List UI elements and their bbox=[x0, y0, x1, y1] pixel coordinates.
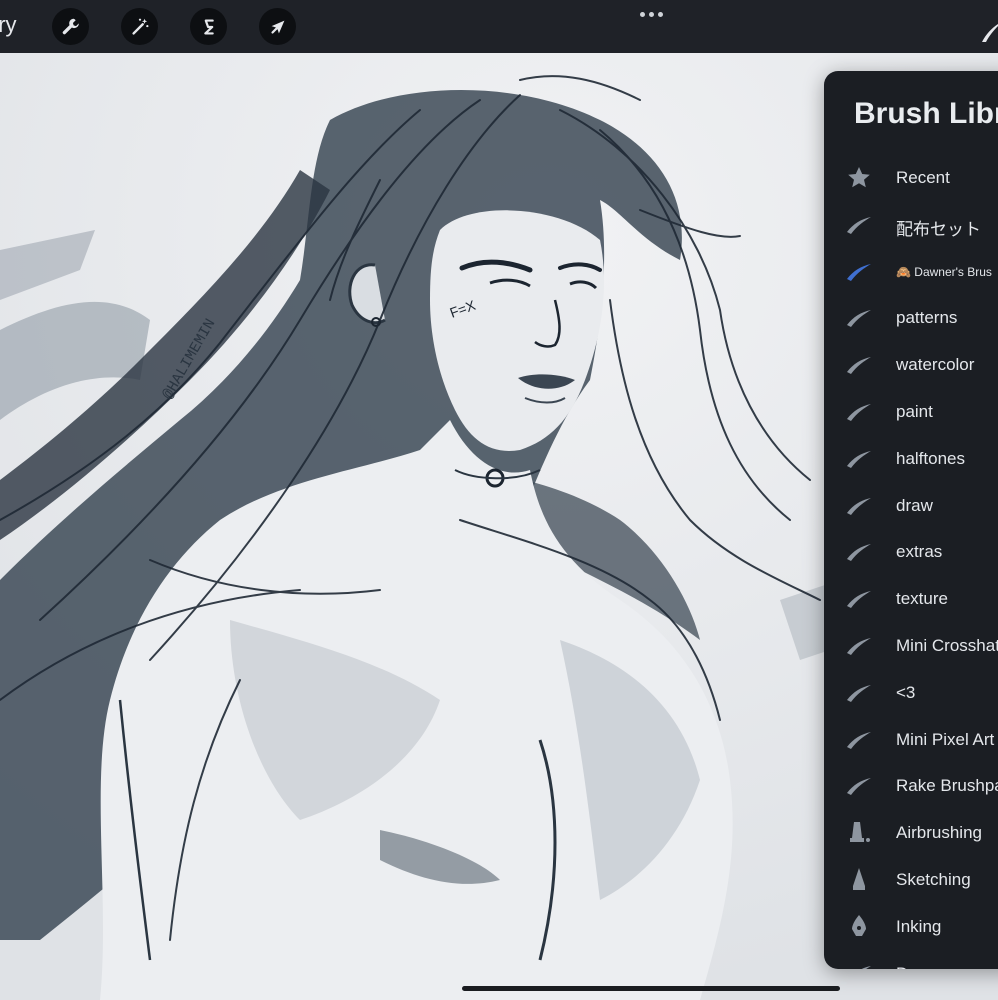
brush-set-item[interactable]: <3 bbox=[824, 670, 998, 716]
brush-set-item[interactable]: watercolor bbox=[824, 342, 998, 388]
brush-set-label: 配布セット bbox=[896, 219, 981, 239]
brush-set-item[interactable]: paint bbox=[824, 389, 998, 435]
brush-tool-icon[interactable] bbox=[982, 24, 998, 42]
brush-set-label: extras bbox=[896, 542, 943, 562]
brush-stroke-icon bbox=[847, 544, 871, 562]
brush-set-item[interactable]: D bbox=[824, 951, 998, 969]
brush-set-label: Mini Pixel Art bbox=[896, 729, 995, 749]
pencil-tip-icon bbox=[853, 868, 865, 890]
brush-set-item[interactable]: Mini Pixel Art bbox=[824, 717, 998, 763]
brush-set-label: halftones bbox=[896, 448, 965, 468]
actions-button[interactable] bbox=[52, 8, 89, 45]
brush-set-label: <3 bbox=[896, 682, 916, 702]
brush-set-item[interactable]: patterns bbox=[824, 295, 998, 341]
brush-set-label: texture bbox=[896, 589, 948, 609]
top-toolbar: ery bbox=[0, 0, 998, 53]
brush-set-item[interactable]: extras bbox=[824, 529, 998, 575]
brush-stroke-icon bbox=[847, 731, 871, 749]
brush-set-item[interactable]: Sketching bbox=[824, 857, 998, 903]
magic-wand-icon bbox=[131, 18, 148, 35]
brush-stroke-icon bbox=[847, 778, 871, 796]
brush-stroke-icon bbox=[847, 404, 871, 421]
brush-stroke-blue-icon bbox=[847, 263, 871, 281]
brush-stroke-icon bbox=[847, 310, 871, 328]
brush-set-item[interactable]: Recent bbox=[824, 155, 998, 201]
panel-title: Brush Libr bbox=[854, 97, 998, 130]
brush-set-label: Inking bbox=[896, 916, 942, 936]
ellipsis-icon[interactable] bbox=[636, 6, 666, 22]
selection-button[interactable] bbox=[190, 8, 227, 45]
airbrush-icon bbox=[850, 822, 870, 843]
brush-library-panel: Brush Libr Recent 配布セット 🙈 Dawner's Brus pat… bbox=[824, 71, 998, 969]
adjustments-button[interactable] bbox=[121, 8, 158, 45]
brush-set-item[interactable]: 配布セット bbox=[824, 202, 998, 248]
brush-set-label: Airbrushing bbox=[896, 823, 982, 843]
brush-stroke-icon bbox=[847, 497, 871, 515]
brush-set-item[interactable]: Airbrushing bbox=[824, 810, 998, 856]
brush-set-label: 🙈 Dawner's Brus bbox=[896, 264, 992, 279]
selection-icon bbox=[203, 18, 214, 35]
home-indicator bbox=[462, 986, 840, 991]
wrench-icon bbox=[62, 18, 79, 34]
brush-stroke-icon bbox=[860, 965, 871, 969]
brush-stroke-icon bbox=[847, 591, 871, 609]
brush-set-item[interactable]: draw bbox=[824, 483, 998, 529]
brush-set-item[interactable]: 🙈 Dawner's Brus bbox=[824, 249, 998, 295]
transform-button[interactable] bbox=[259, 8, 296, 45]
brush-set-label: Mini Crosshatc bbox=[896, 636, 998, 655]
brush-set-item[interactable]: Mini Crosshatc bbox=[824, 623, 998, 669]
star-icon bbox=[848, 167, 870, 188]
brush-set-label: patterns bbox=[896, 308, 958, 328]
pen-nib-icon bbox=[852, 914, 866, 936]
brush-set-item[interactable]: halftones bbox=[824, 436, 998, 482]
brush-set-label: Recent bbox=[896, 168, 950, 187]
gallery-button[interactable]: ery bbox=[0, 12, 17, 38]
brush-set-item[interactable]: Inking bbox=[824, 904, 998, 950]
brush-set-label: Rake Brushpa bbox=[896, 776, 998, 796]
brush-set-label: draw bbox=[896, 495, 933, 515]
transform-arrow-icon bbox=[270, 20, 284, 34]
brush-set-label: watercolor bbox=[896, 355, 975, 375]
brush-stroke-icon bbox=[847, 216, 871, 234]
brush-stroke-icon bbox=[847, 684, 871, 702]
brush-set-label: D bbox=[896, 964, 908, 969]
brush-stroke-icon bbox=[847, 638, 871, 655]
brush-set-item[interactable]: Rake Brushpa bbox=[824, 763, 998, 809]
brush-stroke-icon bbox=[847, 450, 871, 468]
brush-set-label: paint bbox=[896, 402, 933, 421]
brush-stroke-icon bbox=[847, 357, 871, 375]
brush-set-label: Sketching bbox=[896, 870, 971, 889]
brush-set-item[interactable]: texture bbox=[824, 576, 998, 622]
